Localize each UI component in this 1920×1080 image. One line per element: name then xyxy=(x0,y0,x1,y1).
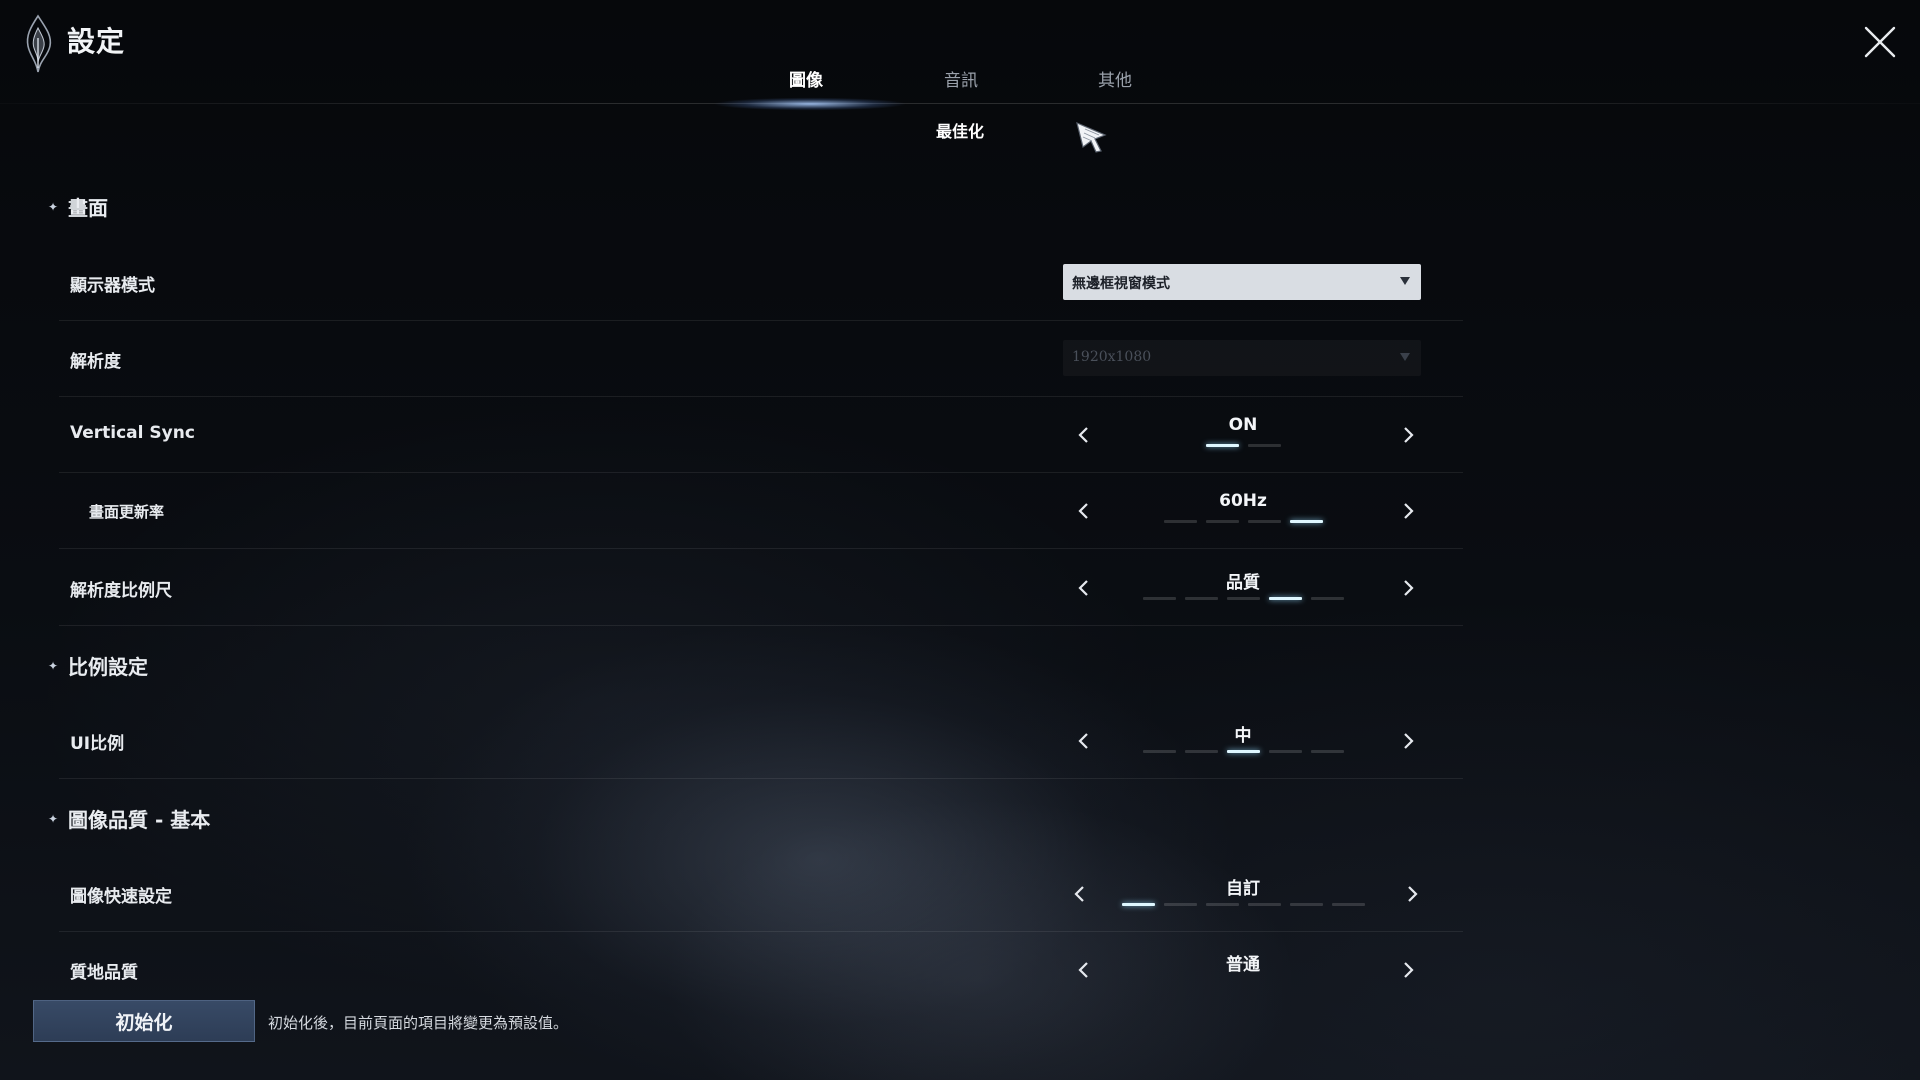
option-pip-selected xyxy=(1121,903,1155,906)
reset-button[interactable]: 初始化 xyxy=(33,1000,255,1042)
option-pip xyxy=(1310,750,1344,753)
option-pip xyxy=(1310,597,1344,600)
chevron-right-icon[interactable] xyxy=(1397,729,1419,753)
chevron-right-icon[interactable] xyxy=(1397,499,1419,523)
close-icon[interactable] xyxy=(1862,24,1898,60)
ui-scale-pips xyxy=(1063,750,1423,753)
resolution-scale-pips xyxy=(1063,597,1423,600)
option-pip xyxy=(1142,750,1176,753)
refresh-rate-pips xyxy=(1063,520,1423,523)
section-title-label: 比例設定 xyxy=(68,655,148,679)
resolution-scale-selector: 品質 xyxy=(1063,550,1423,626)
option-pip xyxy=(1184,597,1218,600)
option-pip xyxy=(1163,903,1197,906)
row-divider xyxy=(59,548,1463,549)
option-pip xyxy=(1331,903,1365,906)
option-pip xyxy=(1142,597,1176,600)
reset-note: 初始化後，目前頁面的項目將變更為預設值。 xyxy=(268,1014,569,1032)
resolution-scale-label: 解析度比例尺 xyxy=(70,581,172,601)
option-pip xyxy=(1226,597,1260,600)
option-pip xyxy=(1247,903,1281,906)
quick-preset-pips xyxy=(1063,903,1423,906)
display-mode-label: 顯示器模式 xyxy=(70,276,155,296)
vsync-value: ON xyxy=(1228,415,1258,435)
texture-quality-label: 質地品質 xyxy=(70,963,138,983)
settings-screen: 設定 圖像 音訊 其他 最佳化 ✦ 畫面 顯示器模式 無邊框視窗模式 解析度 1… xyxy=(0,0,1920,1080)
option-pip-selected xyxy=(1226,750,1260,753)
option-pip xyxy=(1205,520,1239,523)
chevron-down-icon xyxy=(1400,353,1410,361)
option-pip-selected xyxy=(1268,597,1302,600)
row-divider xyxy=(59,625,1463,626)
section-scale: ✦ 比例設定 xyxy=(48,651,148,680)
quick-preset-selector: 自訂 xyxy=(1063,856,1423,932)
resolution-scale-value: 品質 xyxy=(1226,573,1260,593)
mouse-cursor-icon xyxy=(1076,121,1107,153)
refresh-rate-selector: 60Hz xyxy=(1063,473,1423,549)
texture-quality-selector: 普通 xyxy=(1063,932,1423,1008)
display-mode-dropdown[interactable]: 無邊框視窗模式 xyxy=(1063,264,1421,300)
vsync-selector: ON xyxy=(1063,397,1423,473)
refresh-rate-value: 60Hz xyxy=(1219,491,1267,511)
flame-emblem-icon xyxy=(26,14,52,73)
row-vsync: Vertical Sync ON xyxy=(59,397,1463,473)
ui-scale-selector: 中 xyxy=(1063,703,1423,779)
option-pip xyxy=(1247,444,1281,447)
tab-bar-divider xyxy=(0,103,1920,104)
row-quick-preset: 圖像快速設定 自訂 xyxy=(59,856,1463,932)
refresh-rate-label: 畫面更新率 xyxy=(89,503,165,521)
chevron-down-icon xyxy=(1400,277,1410,285)
tab-audio[interactable]: 音訊 xyxy=(911,66,1011,96)
section-star-icon: ✦ xyxy=(48,811,59,826)
quick-preset-value: 自訂 xyxy=(1226,879,1260,899)
row-refresh-rate: 畫面更新率 60Hz xyxy=(59,473,1463,549)
ui-scale-label: UI比例 xyxy=(70,734,125,754)
section-star-icon: ✦ xyxy=(48,199,59,214)
section-title-label: 圖像品質 - 基本 xyxy=(68,808,211,832)
tab-graphics[interactable]: 圖像 xyxy=(756,66,856,96)
section-quality: ✦ 圖像品質 - 基本 xyxy=(48,804,210,833)
vsync-label: Vertical Sync xyxy=(70,423,195,443)
display-mode-value: 無邊框視窗模式 xyxy=(1072,276,1170,292)
chevron-right-icon[interactable] xyxy=(1397,576,1419,600)
option-pip-selected xyxy=(1289,520,1323,523)
chevron-right-icon[interactable] xyxy=(1401,882,1423,906)
section-star-icon: ✦ xyxy=(48,658,59,673)
row-texture-quality: 質地品質 普通 xyxy=(59,932,1463,1008)
tab-other[interactable]: 其他 xyxy=(1065,66,1165,96)
chevron-right-icon[interactable] xyxy=(1397,423,1419,447)
option-pip xyxy=(1289,903,1323,906)
option-pip xyxy=(1163,520,1197,523)
resolution-value: 1920x1080 xyxy=(1072,349,1152,365)
row-display-mode: 顯示器模式 無邊框視窗模式 xyxy=(59,245,1463,321)
ui-scale-value: 中 xyxy=(1234,726,1252,746)
option-pip xyxy=(1205,903,1239,906)
option-pip xyxy=(1247,520,1281,523)
option-pip xyxy=(1184,750,1218,753)
option-pip xyxy=(1268,750,1302,753)
resolution-dropdown: 1920x1080 xyxy=(1063,340,1421,376)
texture-quality-value: 普通 xyxy=(1226,955,1260,975)
row-divider xyxy=(59,778,1463,779)
row-ui-scale: UI比例 中 xyxy=(59,703,1463,779)
section-screen: ✦ 畫面 xyxy=(48,192,108,221)
resolution-label: 解析度 xyxy=(70,352,121,372)
option-pip-selected xyxy=(1205,444,1239,447)
quick-preset-label: 圖像快速設定 xyxy=(70,887,172,907)
chevron-right-icon[interactable] xyxy=(1397,958,1419,982)
page-title: 設定 xyxy=(67,25,126,58)
vsync-pips xyxy=(1063,444,1423,447)
row-resolution: 解析度 1920x1080 xyxy=(59,321,1463,397)
row-resolution-scale: 解析度比例尺 品質 xyxy=(59,550,1463,626)
section-title-label: 畫面 xyxy=(68,196,108,220)
subtab-optimize[interactable]: 最佳化 xyxy=(920,118,1000,142)
